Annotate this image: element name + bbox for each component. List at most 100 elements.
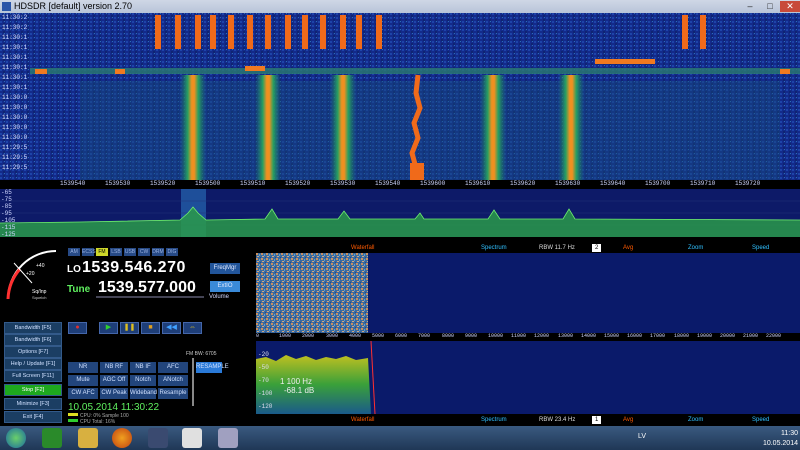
folder-icon[interactable] — [78, 428, 98, 448]
bandwidth-f6-button[interactable]: Bandwidth [F6] — [4, 334, 62, 346]
minimize-button[interactable]: – — [740, 1, 760, 12]
mode-lsb-button[interactable]: LSB — [110, 248, 122, 256]
help-update-button[interactable]: Help / Update [F1] — [4, 358, 62, 370]
audio-db-label: -20 — [258, 351, 269, 358]
mode-usb-button[interactable]: USB — [124, 248, 136, 256]
afc-button[interactable]: AFC — [158, 362, 188, 373]
tune-frequency[interactable]: 1539.577.000 — [98, 279, 196, 297]
mode-ecss-button[interactable]: ECSS — [82, 248, 96, 256]
window-title: HDSDR [default] version 2.70 — [14, 1, 133, 11]
waterfall-time-label: 11:30:1 — [2, 74, 28, 81]
hdsdr-icon[interactable] — [148, 428, 168, 448]
pause-icon[interactable]: ❚❚ — [120, 322, 139, 334]
avg-select[interactable]: 2 — [592, 244, 602, 252]
wideband-button[interactable]: Wideband — [130, 388, 157, 399]
freqmgr-button[interactable]: FreqMgr — [210, 263, 240, 274]
volume-label: Volume — [209, 294, 230, 300]
full-screen-button[interactable]: Full Screen [F11] — [4, 370, 62, 382]
audio-frequency-label: 7000 — [418, 333, 431, 339]
stop-button[interactable]: Stop [F2] — [4, 384, 62, 396]
stop-icon[interactable]: ■ — [141, 322, 160, 334]
record-icon[interactable]: ● — [68, 322, 87, 334]
audio-frequency-label: 21000 — [743, 333, 759, 339]
tray-language[interactable]: LV — [638, 433, 646, 440]
lo-frequency[interactable]: 1539.546.270 — [82, 259, 186, 277]
options-button[interactable]: Options [F7] — [4, 346, 62, 358]
audio-frequency-label: 13000 — [558, 333, 574, 339]
cw-peak-button[interactable]: CW Peak — [100, 388, 128, 399]
waterfall-time-label: 11:29:5 — [2, 154, 28, 161]
minimize-app-button[interactable]: Minimize [F3] — [4, 398, 62, 410]
close-button[interactable]: ✕ — [780, 1, 800, 12]
s-meter: +40 +20 Sq/Inp Squelch — [6, 250, 57, 300]
waterfall-time-label: 11:29:5 — [2, 164, 28, 171]
app-window-icon[interactable] — [218, 428, 238, 448]
mode-drm-button[interactable]: DRM — [152, 248, 164, 256]
rewind-icon[interactable]: ◀◀ — [162, 322, 181, 334]
mute-button[interactable]: Mute — [68, 375, 98, 386]
rf-db-label: -115 — [1, 224, 16, 231]
mode-dig-button[interactable]: DIG — [166, 248, 178, 256]
waterfall-time-label: 11:30:0 — [2, 104, 28, 111]
mode-fm-button[interactable]: FM — [96, 248, 108, 256]
audio-spectrum[interactable]: -20 -50 -70 -100 -120 — [256, 340, 800, 415]
waterfall-time-label: 11:29:5 — [2, 144, 28, 151]
notch-button[interactable]: Notch — [130, 375, 156, 386]
nb-rf-button[interactable]: NB RF — [100, 362, 128, 373]
audio-frequency-label: 1000 — [279, 333, 292, 339]
nb-if-button[interactable]: NB IF — [130, 362, 156, 373]
cw-afc-button[interactable]: CW AFC — [68, 388, 98, 399]
audio-spectrum-controls: Waterfall Spectrum RBW 23.4 Hz 1 Avg Zoo… — [256, 416, 800, 425]
avg-select-2[interactable]: 1 — [592, 416, 602, 424]
audio-frequency-label: 2000 — [302, 333, 315, 339]
exit-button[interactable]: Exit [F4] — [4, 411, 62, 423]
utorrent-icon[interactable] — [42, 428, 62, 448]
tray-time[interactable]: 11:30 — [760, 430, 798, 437]
mode-am-button[interactable]: AM — [68, 248, 80, 256]
rf-frequency-axis: 1539540 1539530 1539520 1539500 1539510 15395… — [0, 180, 800, 189]
speed-label: Speed — [752, 245, 770, 251]
smeter-label-20: +20 — [26, 271, 35, 277]
nr-button[interactable]: NR — [68, 362, 98, 373]
anotch-button[interactable]: ANotch — [158, 375, 188, 386]
waterfall-time-label: 11:30:1 — [2, 44, 28, 51]
play-icon[interactable]: ▶ — [99, 322, 118, 334]
filter-bandwidth-label: FM BW: 6705 — [186, 351, 217, 357]
audio-frequency-label: 4000 — [349, 333, 362, 339]
mode-cw-button[interactable]: CW — [138, 248, 150, 256]
audio-waterfall[interactable] — [256, 253, 800, 333]
rf-frequency-label: 1539530 — [330, 180, 356, 187]
rbw-value-2[interactable]: RBW 23.4 Hz — [539, 416, 575, 425]
extio-button[interactable]: ExtIO — [210, 281, 240, 292]
waterfall-time-label: 11:30:0 — [2, 114, 28, 121]
filter-slider[interactable] — [192, 358, 194, 406]
tray-date[interactable]: 10.05.2014 — [750, 440, 798, 447]
resample-button[interactable]: Resample — [158, 388, 188, 399]
loop-icon[interactable]: ⇔ — [183, 322, 202, 334]
bandwidth-f5-button[interactable]: Bandwidth [F5] — [4, 322, 62, 334]
speed-label-2: Speed — [752, 417, 770, 423]
maximize-button[interactable]: □ — [760, 1, 780, 12]
audio-frequency-label: 6000 — [395, 333, 408, 339]
rf-frequency-label: 1539710 — [690, 180, 716, 187]
start-icon[interactable] — [6, 428, 26, 448]
rf-db-label: -85 — [1, 203, 12, 210]
agc-off-button[interactable]: AGC Off — [100, 375, 128, 386]
avg-label-2: Avg — [623, 417, 634, 423]
zoom-label-2: Zoom — [688, 417, 704, 423]
cwcode-icon[interactable] — [182, 428, 202, 448]
firefox-icon[interactable] — [112, 428, 132, 448]
filter-mode-button[interactable]: RESAMPLE — [196, 362, 229, 373]
waterfall-time-label: 11:30:2 — [2, 24, 28, 31]
rf-waterfall[interactable]: 11:30:2 11:30:2 11:30:1 11:30:1 11:30:1 11:30… — [0, 13, 800, 180]
rf-db-label: -125 — [1, 231, 16, 238]
rf-db-label: -75 — [1, 196, 12, 203]
audio-db-label: -70 — [258, 377, 269, 384]
rf-spectrum[interactable]: -65 -75 -85 -95 -105 -115 -125 — [0, 189, 800, 238]
rbw-value[interactable]: RBW 11.7 Hz — [539, 244, 575, 253]
volume-slider[interactable] — [96, 296, 204, 298]
rf-frequency-label: 1539500 — [195, 180, 221, 187]
waterfall-label-2: Waterfall — [351, 417, 375, 423]
audio-db-label: -100 — [258, 390, 273, 397]
spectrum-label-2: Spectrum — [481, 417, 507, 423]
